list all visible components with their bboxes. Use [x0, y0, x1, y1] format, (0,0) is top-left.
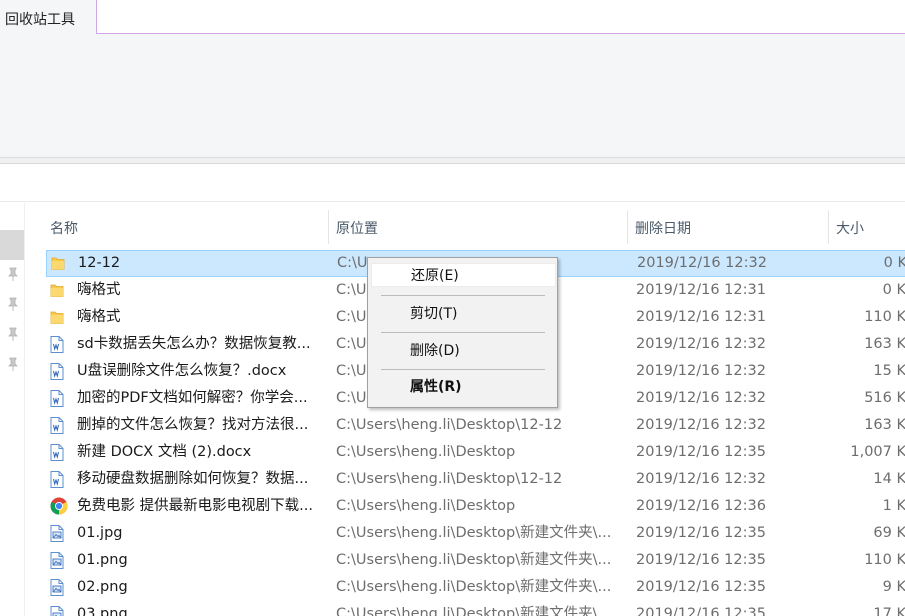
date-deleted: 2019/12/16 12:31: [636, 282, 766, 298]
menu-item-delete[interactable]: 删除(D): [371, 339, 556, 363]
file-name: 删掉的文件怎么恢复？找对方法很...: [77, 417, 309, 433]
file-size: 163 K: [864, 417, 905, 433]
table-row[interactable]: 删掉的文件怎么恢复？找对方法很... C:\Users\heng.li\Deskt…: [46, 412, 905, 439]
menu-item-cut[interactable]: 剪切(T): [371, 302, 556, 326]
file-name: 免费电影 提供最新电影电视剧下载...: [77, 498, 313, 514]
date-deleted: 2019/12/16 12:35: [636, 552, 766, 568]
file-size: 9 K: [882, 579, 905, 595]
docx-icon: [50, 412, 70, 439]
docx-icon: [50, 466, 70, 493]
menu-separator: [381, 332, 545, 333]
file-size: 1 K: [882, 498, 905, 514]
menu-item-properties[interactable]: 属性(R): [371, 375, 556, 399]
image-icon: [50, 520, 70, 547]
file-name: 01.png: [77, 552, 128, 568]
image-icon: [50, 574, 70, 601]
file-name: 嗨格式: [77, 309, 121, 325]
date-deleted: 2019/12/16 12:32: [636, 471, 766, 487]
table-row[interactable]: 新建 DOCX 文档 (2).docx C:\Users\heng.li\Desk…: [46, 439, 905, 466]
file-name: sd卡数据丢失怎么办？数据恢复教...: [77, 336, 311, 352]
docx-icon: [50, 331, 70, 358]
chrome-icon: [50, 493, 70, 520]
file-name: 嗨格式: [77, 282, 121, 298]
file-name: 02.png: [77, 579, 128, 595]
original-location: C:\Users\heng.li\Desktop\12-12: [336, 417, 563, 433]
menu-separator: [381, 369, 545, 370]
table-row[interactable]: 03.png C:\Users\heng.li\Desktop\新建文件夹\...…: [46, 601, 905, 616]
original-location: C:\Users\heng.li\Desktop\新建文件夹\...: [336, 606, 612, 616]
table-row[interactable]: 免费电影 提供最新电影电视剧下载... C:\Users\heng.li\Desk…: [46, 493, 905, 520]
original-location: C:\Users\heng.li\Desktop\新建文件夹\...: [336, 552, 612, 568]
table-row[interactable]: 02.png C:\Users\heng.li\Desktop\新建文件夹\...…: [46, 574, 905, 601]
file-size: 110 K: [864, 309, 905, 325]
address-bar-area: [0, 165, 905, 202]
tab-recycle-bin-tools[interactable]: 回收站工具: [0, 0, 97, 35]
ribbon-tab-strip: 回收站工具: [0, 0, 905, 35]
navigation-pane: [0, 203, 25, 616]
date-deleted: 2019/12/16 12:35: [636, 579, 766, 595]
file-size: 516 K: [864, 390, 905, 406]
file-size: 69 K: [873, 525, 905, 541]
docx-icon: [50, 385, 70, 412]
file-size: 14 K: [873, 471, 905, 487]
column-header-name[interactable]: 名称: [44, 210, 329, 244]
date-deleted: 2019/12/16 12:32: [637, 255, 767, 271]
folder-icon: [50, 277, 70, 304]
file-size: 15 K: [873, 363, 905, 379]
ribbon-divider: [0, 158, 905, 164]
file-name: 移动硬盘数据删除如何恢复？数据...: [77, 471, 309, 487]
folder-icon: [51, 250, 71, 277]
pin-icon[interactable]: [7, 357, 19, 371]
original-location: C:\Users\heng.li\Desktop: [336, 498, 516, 514]
pin-icon[interactable]: [7, 267, 19, 281]
folder-icon: [50, 304, 70, 331]
file-name: 12-12: [78, 255, 121, 271]
pin-icon[interactable]: [7, 327, 19, 341]
file-size: 0 K: [882, 282, 905, 298]
file-size: 17 K: [873, 606, 905, 616]
date-deleted: 2019/12/16 12:31: [636, 309, 766, 325]
column-header-original-location[interactable]: 原位置: [330, 210, 628, 244]
context-menu: 还原(E) 剪切(T) 删除(D) 属性(R): [367, 257, 558, 408]
date-deleted: 2019/12/16 12:32: [636, 390, 766, 406]
file-name: 01.jpg: [77, 525, 123, 541]
image-icon: [50, 547, 70, 574]
file-size: 1,007 K: [850, 444, 905, 460]
pin-icon[interactable]: [7, 297, 19, 311]
table-row[interactable]: 01.png C:\Users\heng.li\Desktop\新建文件夹\...…: [46, 547, 905, 574]
date-deleted: 2019/12/16 12:36: [636, 498, 766, 514]
nav-selected-item[interactable]: [0, 230, 24, 260]
file-name: 加密的PDF文档如何解密？你学会...: [77, 390, 308, 406]
column-header-date-deleted[interactable]: 删除日期: [629, 210, 829, 244]
table-row[interactable]: 移动硬盘数据删除如何恢复？数据... C:\Users\heng.li\Deskt…: [46, 466, 905, 493]
docx-icon: [50, 358, 70, 385]
file-name: U盘误删除文件怎么恢复？.docx: [77, 363, 287, 379]
file-size: 163 K: [864, 336, 905, 352]
date-deleted: 2019/12/16 12:32: [636, 363, 766, 379]
original-location: C:\Users\heng.li\Desktop\12-12: [336, 471, 563, 487]
date-deleted: 2019/12/16 12:32: [636, 417, 766, 433]
date-deleted: 2019/12/16 12:35: [636, 444, 766, 460]
column-header-size[interactable]: 大小: [830, 210, 905, 244]
date-deleted: 2019/12/16 12:35: [636, 525, 766, 541]
menu-separator: [381, 295, 545, 296]
file-size: 0 K: [883, 255, 905, 271]
date-deleted: 2019/12/16 12:32: [636, 336, 766, 352]
menu-item-restore[interactable]: 还原(E): [371, 263, 556, 287]
image-icon: [50, 601, 70, 616]
file-name: 03.png: [77, 606, 128, 616]
file-size: 110 K: [864, 552, 905, 568]
ribbon-body: [0, 34, 905, 158]
docx-icon: [50, 439, 70, 466]
file-name: 新建 DOCX 文档 (2).docx: [77, 444, 252, 460]
date-deleted: 2019/12/16 12:35: [636, 606, 766, 616]
original-location: C:\Users\heng.li\Desktop\新建文件夹\...: [336, 525, 612, 541]
original-location: C:\Users\heng.li\Desktop\新建文件夹\...: [336, 579, 612, 595]
table-row[interactable]: 01.jpg C:\Users\heng.li\Desktop\新建文件夹\...…: [46, 520, 905, 547]
original-location: C:\Users\heng.li\Desktop: [336, 444, 516, 460]
